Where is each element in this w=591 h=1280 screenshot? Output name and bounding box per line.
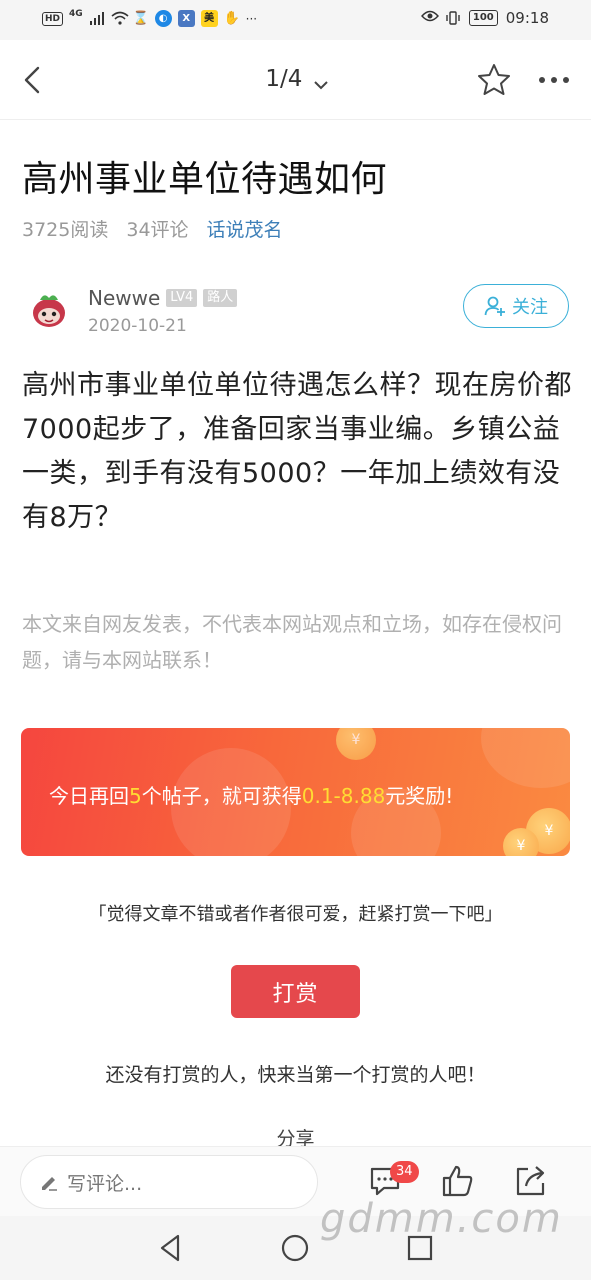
promo-text: 今日再回5个帖子，就可获得0.1-8.88元奖励!: [49, 780, 453, 809]
more-options-button[interactable]: [530, 60, 578, 100]
hd-badge: HD: [42, 11, 64, 26]
forum-link[interactable]: 话说茂名: [207, 215, 283, 242]
system-home-button[interactable]: [279, 1232, 311, 1264]
decor-circle: [481, 728, 570, 788]
more-notifications: ···: [245, 11, 258, 26]
reward-button[interactable]: 打赏: [231, 965, 360, 1018]
more-dot-icon: [551, 77, 557, 83]
comment-count-badge: 34: [390, 1161, 419, 1183]
share-button[interactable]: [510, 1161, 550, 1201]
pencil-icon: [42, 1177, 57, 1191]
article-body: 高州市事业单位单位待遇怎么样？现在房价都7000起步了，准备回家当事业编。乡镇公…: [22, 370, 572, 533]
level-badge: LV4: [166, 289, 198, 307]
like-button[interactable]: [438, 1161, 478, 1201]
star-icon: [478, 64, 510, 95]
vibrate-icon: [445, 10, 461, 26]
thumbs-up-icon: [442, 1165, 473, 1197]
follow-button[interactable]: 关注: [463, 284, 569, 328]
author-info: Newwe LV4 路人: [88, 286, 238, 310]
share-icon: [516, 1166, 545, 1196]
eye-icon: [420, 10, 439, 26]
promo-text-part: 元奖励!: [385, 784, 454, 808]
promo-amount: 0.1-8.88: [301, 784, 386, 808]
promo-text-part: 个帖子，就可获得: [141, 784, 302, 808]
triangle-back-icon: [160, 1234, 180, 1262]
status-left: HD 4G ⌛ ◐ X 美 ✋ ···: [42, 8, 258, 27]
author-name[interactable]: Newwe: [88, 286, 160, 310]
site-watermark: gdmm.com: [320, 1196, 563, 1242]
hand-icon: ✋: [223, 10, 240, 26]
comment-count: 34评论: [126, 219, 189, 241]
app-notification-icon: ◐: [154, 10, 172, 27]
comment-input[interactable]: 写评论...: [20, 1155, 318, 1209]
article-meta: 3725阅读 34评论 话说茂名: [22, 215, 283, 242]
avatar[interactable]: [26, 286, 72, 332]
read-count: 3725阅读: [22, 219, 109, 241]
more-dot-icon: [563, 77, 569, 83]
hourglass-icon: ⌛: [132, 10, 149, 26]
add-user-icon: [484, 296, 505, 316]
article-title: 高州事业单位待遇如何: [22, 159, 388, 200]
system-back-button[interactable]: [154, 1232, 186, 1264]
promo-count: 5: [129, 784, 142, 808]
more-dot-icon: [539, 77, 545, 83]
reply-reward-banner[interactable]: ¥ ¥ ¥ 今日再回5个帖子，就可获得0.1-8.88元奖励!: [21, 728, 570, 856]
status-right: 100 09:18: [420, 9, 549, 27]
battery-indicator: 100: [468, 10, 498, 26]
signal-icon: [89, 11, 105, 27]
reward-empty-text: 还没有打赏的人，快来当第一个打赏的人吧！: [105, 1064, 486, 1086]
post-date: 2020-10-21: [88, 316, 187, 336]
role-badge: 路人: [203, 289, 238, 307]
clock: 09:18: [505, 9, 549, 27]
favorite-button[interactable]: [474, 60, 514, 100]
chevron-down-icon: [313, 70, 328, 89]
circle-home-icon: [281, 1234, 309, 1262]
promo-text-part: 今日再回: [49, 784, 129, 808]
coin-icon: ¥: [336, 728, 376, 760]
app-notification-icon: X: [177, 10, 195, 27]
status-bar: HD 4G ⌛ ◐ X 美 ✋ ··· 100 09:18: [0, 0, 591, 40]
disclaimer: 本文来自网友发表，不代表本网站观点和立场，如存在侵权问题，请与本网站联系！: [22, 612, 562, 672]
follow-label: 关注: [512, 297, 548, 318]
top-nav-bar: 1/4: [0, 40, 591, 120]
coin-icon: ¥: [503, 828, 539, 856]
reward-prompt: 「觉得文章不错或者作者很可爱，赶紧打赏一下吧」: [88, 904, 503, 925]
wifi-icon: [111, 11, 129, 27]
page-indicator: 1/4: [265, 66, 303, 92]
comment-placeholder: 写评论...: [67, 1172, 143, 1195]
network-type: 4G: [69, 8, 83, 19]
meituan-icon: 美: [200, 10, 218, 27]
